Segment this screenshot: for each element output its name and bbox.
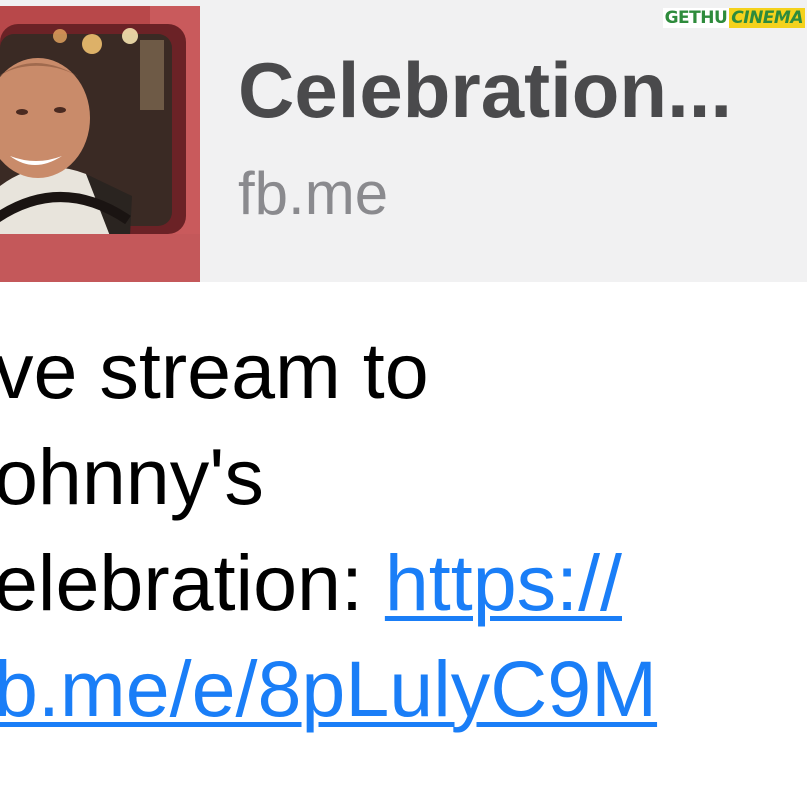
watermark-part1: GETHU [662,8,730,28]
link-preview-card[interactable]: Celebration... fb.me [0,0,807,282]
message-line-1: ve stream to [0,326,429,415]
watermark-part2: CINEMA [729,8,805,28]
message-text-celebration: elebration: [0,538,385,627]
message-line-2: ohnny's [0,432,264,521]
watermark-logo: GETHU CINEMA [662,6,805,30]
preview-title: Celebration... [238,46,733,134]
preview-domain: fb.me [238,160,389,227]
message-screen: Celebration... fb.me GETHU CINEMA ve stre… [0,0,807,807]
message-line-3: elebration: https:// [0,530,807,636]
message-body: ve stream to ohnny's elebration: https:/… [0,318,807,742]
preview-thumbnail[interactable] [0,6,200,282]
message-link-part-2[interactable]: b.me/e/8pLulyC9M [0,644,657,733]
person-in-red-truck-photo-icon [0,6,200,282]
preview-text: Celebration... fb.me [238,40,807,230]
message-line-4: b.me/e/8pLulyC9M [0,636,807,742]
message-link-part-1[interactable]: https:// [385,538,622,627]
